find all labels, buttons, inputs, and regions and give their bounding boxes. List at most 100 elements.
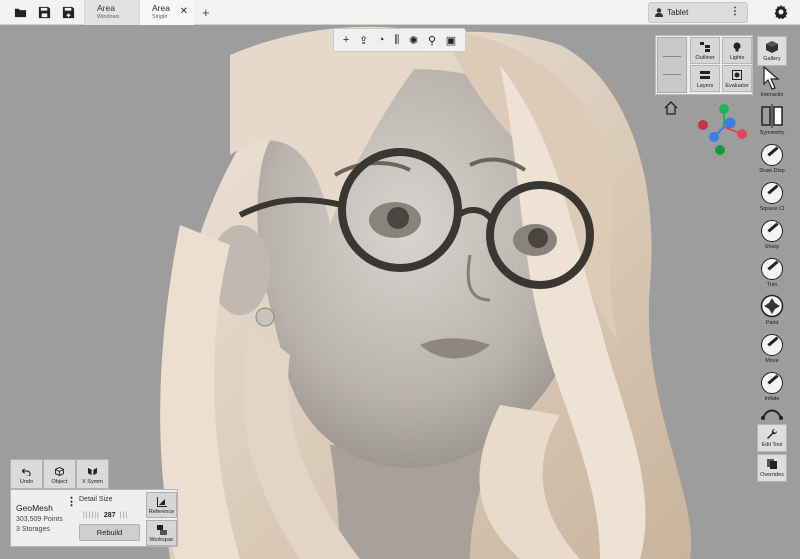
lights-button[interactable]: Lights bbox=[722, 37, 752, 64]
tool-curve[interactable] bbox=[757, 408, 787, 424]
tool-column: Gallery Interactio Symmetry Draw Disp Sq… bbox=[757, 36, 787, 482]
tool-label: Move bbox=[765, 358, 779, 364]
home-icon[interactable] bbox=[664, 101, 678, 115]
evaluator-label: Evaluator bbox=[725, 83, 749, 89]
tab-subtitle: Windows bbox=[97, 13, 120, 20]
tool-label: Paint bbox=[765, 320, 779, 326]
bug-icon[interactable]: ✺ bbox=[409, 34, 418, 47]
quick-actions: Undo Object X Symm bbox=[10, 459, 110, 489]
slider-ticks-right: ||| bbox=[119, 512, 129, 519]
mesh-panel: GeoMesh 303,509 Points 3 Storages ⋮ Deta… bbox=[10, 489, 178, 547]
curve-icon bbox=[761, 409, 783, 420]
mesh-name: GeoMesh bbox=[16, 503, 53, 513]
save-as-icon[interactable] bbox=[58, 2, 78, 22]
undo-button[interactable]: Undo bbox=[10, 459, 43, 489]
x-symmetry-button[interactable]: X Symm bbox=[76, 459, 109, 489]
layers-icon[interactable]: ▣ bbox=[446, 34, 456, 47]
tool-sharp[interactable]: Sharp bbox=[757, 218, 787, 256]
tool-label: Overrides bbox=[760, 472, 784, 478]
tool-draw[interactable]: Draw Disp bbox=[757, 142, 787, 180]
object-label: Object bbox=[51, 479, 68, 485]
symmetry-small-icon bbox=[88, 467, 97, 476]
scene-preview[interactable] bbox=[657, 37, 687, 93]
draw-icon bbox=[761, 144, 783, 166]
tool-label: Trim bbox=[766, 282, 778, 288]
tool-label: Interactio bbox=[760, 92, 784, 98]
workspace-label: Workspac bbox=[149, 537, 174, 543]
save-icon[interactable] bbox=[34, 2, 54, 22]
tool-inflate[interactable]: Inflate bbox=[757, 370, 787, 408]
object-button[interactable]: Object bbox=[43, 459, 76, 489]
x-symmetry-label: X Symm bbox=[82, 479, 103, 485]
top-bar: Area Windows Area Single ✕ + Tablet ⋮ bbox=[0, 0, 800, 25]
detail-size-label: Detail Size bbox=[79, 496, 113, 503]
wrench-icon bbox=[767, 428, 778, 439]
outliner-icon bbox=[700, 42, 710, 52]
layers-button[interactable]: Layers bbox=[690, 65, 720, 92]
outliner-button[interactable]: Outliner bbox=[690, 37, 720, 64]
tool-trim[interactable]: Trim bbox=[757, 256, 787, 294]
mesh-points: 303,509 Points bbox=[16, 516, 63, 523]
pin-icon[interactable]: ⚲ bbox=[428, 34, 436, 47]
workspace-button[interactable]: Workspac bbox=[146, 520, 177, 546]
reference-label: Reference bbox=[148, 509, 175, 515]
tool-interaction[interactable]: Interactio bbox=[757, 66, 787, 104]
undo-circle-icon[interactable]: ◔ bbox=[378, 34, 385, 46]
device-menu-icon[interactable]: ⋮ bbox=[730, 7, 740, 17]
symmetry-icon bbox=[761, 104, 783, 128]
tool-move[interactable]: Move bbox=[757, 332, 787, 370]
add-tab-button[interactable]: + bbox=[202, 5, 210, 20]
tool-label: Draw Disp bbox=[759, 168, 785, 174]
tool-square-clay[interactable]: Square Cl bbox=[757, 180, 787, 218]
undo-label: Undo bbox=[19, 479, 34, 485]
paint-icon bbox=[760, 294, 784, 318]
tool-label: Square Cl bbox=[759, 206, 785, 212]
gear-icon[interactable] bbox=[773, 4, 789, 20]
export-icon[interactable]: ⇪ bbox=[359, 34, 368, 47]
slider-ticks-left: |||||| bbox=[82, 512, 100, 519]
tab-title: Area bbox=[97, 2, 115, 13]
tool-symmetry[interactable]: Symmetry bbox=[757, 104, 787, 142]
folder-icon[interactable] bbox=[10, 2, 30, 22]
trim-icon bbox=[761, 258, 783, 280]
cursor-icon bbox=[763, 66, 780, 90]
tab-area-single[interactable]: Area Single ✕ bbox=[139, 0, 194, 25]
center-toolbar: + ⇪ ◔ ⫼ ✺ ⚲ ▣ bbox=[333, 28, 466, 52]
tool-label: Edit Tool bbox=[761, 442, 783, 448]
device-label: Tablet bbox=[667, 8, 689, 17]
tab-area-windows[interactable]: Area Windows bbox=[84, 0, 139, 25]
reference-button[interactable]: Reference bbox=[146, 492, 177, 518]
tool-label: Symmetry bbox=[759, 130, 785, 136]
tool-overrides[interactable]: Overrides bbox=[757, 454, 787, 482]
sliders-icon[interactable]: ⫼ bbox=[394, 34, 399, 47]
evaluator-icon bbox=[732, 70, 742, 80]
mesh-menu-icon[interactable]: ⋮ bbox=[66, 497, 77, 508]
detail-size-slider[interactable]: |||||| 287 ||| bbox=[79, 509, 132, 522]
mesh-storages: 3 Storages bbox=[16, 526, 50, 533]
reference-icon bbox=[156, 497, 167, 507]
cube-outline-icon bbox=[55, 467, 64, 476]
gallery-button[interactable]: Gallery bbox=[757, 36, 787, 66]
add-icon[interactable]: + bbox=[343, 34, 349, 46]
sculpt-model bbox=[0, 25, 800, 559]
sculpt-viewport[interactable] bbox=[0, 25, 800, 559]
evaluator-button[interactable]: Evaluator bbox=[722, 65, 752, 92]
tool-label: Inflate bbox=[764, 396, 780, 402]
tool-paint[interactable]: Paint bbox=[757, 294, 787, 332]
workspace-icon bbox=[156, 525, 167, 535]
user-icon bbox=[655, 8, 663, 17]
overrides-icon bbox=[767, 459, 777, 469]
cube-icon bbox=[766, 41, 778, 53]
clay-icon bbox=[761, 182, 783, 204]
bulb-icon bbox=[733, 42, 741, 52]
orientation-gizmo[interactable] bbox=[692, 101, 752, 159]
layers-panel-icon bbox=[700, 71, 710, 79]
sharp-icon bbox=[761, 220, 783, 242]
device-selector[interactable]: Tablet ⋮ bbox=[648, 2, 748, 23]
move-icon bbox=[761, 334, 783, 356]
tool-label: Sharp bbox=[764, 244, 780, 250]
outliner-label: Outliner bbox=[695, 55, 715, 61]
rebuild-button[interactable]: Rebuild bbox=[79, 524, 140, 541]
tool-edit[interactable]: Edit Tool bbox=[757, 424, 787, 452]
close-icon[interactable]: ✕ bbox=[180, 6, 188, 17]
